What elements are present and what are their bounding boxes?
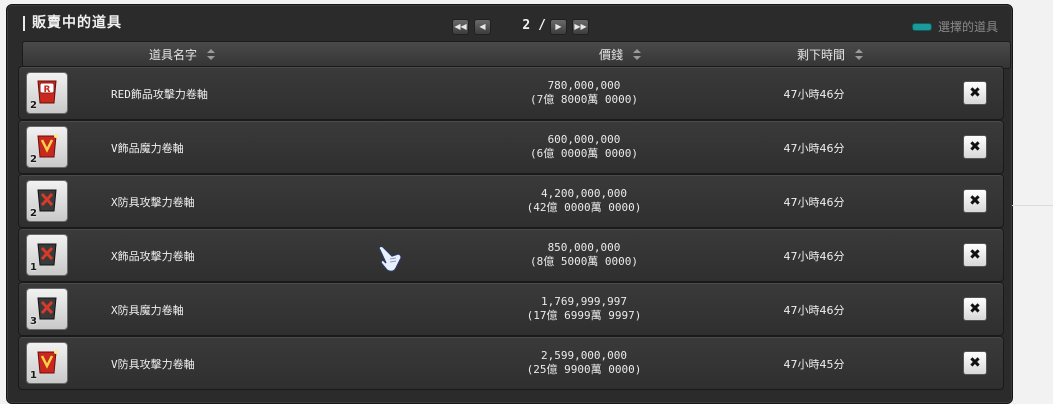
- sort-icon[interactable]: [855, 48, 864, 61]
- divider: [1012, 205, 1053, 206]
- item-quantity: 1: [30, 262, 37, 273]
- x-scroll-dark-icon: 3: [26, 288, 68, 330]
- price-value: 4,200,000,000: [540, 187, 628, 200]
- table-row[interactable]: 3 X防具魔力卷軸 1,769,999,997 (17億 6999萬 9997)…: [18, 282, 1004, 336]
- prev-page-button[interactable]: ◀: [474, 19, 491, 35]
- table-row[interactable]: 2 V飾品魔力卷軸 600,000,000 (6億 0000萬 0000) 47…: [18, 120, 1004, 174]
- item-price: 600,000,000 (6億 0000萬 0000): [504, 133, 664, 161]
- item-name: X防具魔力卷軸: [111, 304, 184, 317]
- hand-cursor-icon: [376, 244, 404, 278]
- delete-button[interactable]: ✖: [963, 351, 987, 375]
- column-time-label: 剩下時間: [797, 48, 846, 62]
- item-price: 4,200,000,000 (42億 0000萬 0000): [504, 187, 664, 215]
- item-name: RED飾品攻擊力卷軸: [111, 88, 208, 101]
- red-scroll-r-icon: R 2: [26, 72, 68, 114]
- x-scroll-dark-icon: 1: [26, 234, 68, 276]
- price-detail: (8億 5000萬 0000): [529, 255, 639, 268]
- table-row[interactable]: R 2 RED飾品攻擊力卷軸 780,000,000 (7億 8000萬 000…: [18, 66, 1004, 120]
- table-row[interactable]: 1 V防具攻擊力卷軸 2,599,000,000 (25億 9900萬 0000…: [18, 336, 1004, 390]
- svg-text:R: R: [44, 85, 51, 95]
- item-quantity: 2: [30, 208, 37, 219]
- time-remaining: 47小時46分: [783, 196, 845, 209]
- price-value: 780,000,000: [547, 79, 621, 92]
- table-row[interactable]: 1 X飾品攻擊力卷軸 850,000,000 (8億 5000萬 0000) 4…: [18, 228, 1004, 282]
- price-detail: (25億 9900萬 0000): [526, 363, 642, 376]
- column-name-label: 道具名字: [149, 48, 198, 62]
- item-name: V防具攻擊力卷軸: [111, 358, 195, 371]
- price-value: 1,769,999,997: [540, 295, 628, 308]
- price-value: 600,000,000: [547, 133, 621, 146]
- item-name: V飾品魔力卷軸: [111, 142, 184, 155]
- last-page-button[interactable]: ▶▶: [572, 19, 589, 35]
- sort-icon[interactable]: [207, 48, 216, 61]
- item-quantity: 2: [30, 154, 37, 165]
- item-name: X飾品攻擊力卷軸: [111, 250, 195, 263]
- time-remaining: 47小時45分: [783, 358, 845, 371]
- legend-selected: 選擇的道具: [911, 18, 998, 35]
- delete-button[interactable]: ✖: [963, 81, 987, 105]
- sort-icon[interactable]: [633, 48, 642, 61]
- column-price-label: 價錢: [599, 48, 624, 62]
- price-detail: (7億 8000萬 0000): [529, 93, 639, 106]
- delete-button[interactable]: ✖: [963, 189, 987, 213]
- item-price: 850,000,000 (8億 5000萬 0000): [504, 241, 664, 269]
- price-detail: (6億 0000萬 0000): [529, 147, 639, 160]
- item-quantity: 3: [30, 316, 37, 327]
- item-quantity: 1: [30, 370, 37, 381]
- legend-swatch: [911, 22, 932, 31]
- column-price[interactable]: 價錢: [599, 46, 642, 63]
- time-remaining: 47小時46分: [783, 304, 845, 317]
- delete-button[interactable]: ✖: [963, 135, 987, 159]
- time-remaining: 47小時46分: [783, 142, 845, 155]
- price-detail: (42億 0000萬 0000): [526, 201, 642, 214]
- item-price: 1,769,999,997 (17億 6999萬 9997): [504, 295, 664, 323]
- v-scroll-red-icon: 1: [26, 342, 68, 384]
- item-quantity: 2: [30, 100, 37, 111]
- x-scroll-dark-icon: 2: [26, 180, 68, 222]
- legend-label: 選擇的道具: [937, 20, 998, 34]
- time-remaining: 47小時46分: [783, 88, 845, 101]
- price-value: 2,599,000,000: [540, 349, 628, 362]
- item-price: 2,599,000,000 (25億 9900萬 0000): [504, 349, 664, 377]
- time-remaining: 47小時46分: [783, 250, 845, 263]
- item-price: 780,000,000 (7億 8000萬 0000): [504, 79, 664, 107]
- panel-title: 販賣中的道具: [23, 16, 122, 31]
- table-row[interactable]: 2 X防具攻擊力卷軸 4,200,000,000 (42億 0000萬 0000…: [18, 174, 1004, 228]
- price-value: 850,000,000: [547, 241, 621, 254]
- column-time[interactable]: 剩下時間: [797, 46, 864, 63]
- next-page-button[interactable]: ▶: [550, 19, 567, 35]
- price-detail: (17億 6999萬 9997): [526, 309, 642, 322]
- column-name[interactable]: 道具名字: [149, 46, 216, 63]
- item-name: X防具攻擊力卷軸: [111, 196, 195, 209]
- first-page-button[interactable]: ◀◀: [452, 19, 469, 35]
- table-header: 道具名字 價錢 剩下時間: [22, 41, 1011, 69]
- delete-button[interactable]: ✖: [963, 243, 987, 267]
- delete-button[interactable]: ✖: [963, 297, 987, 321]
- v-scroll-red-icon: 2: [26, 126, 68, 168]
